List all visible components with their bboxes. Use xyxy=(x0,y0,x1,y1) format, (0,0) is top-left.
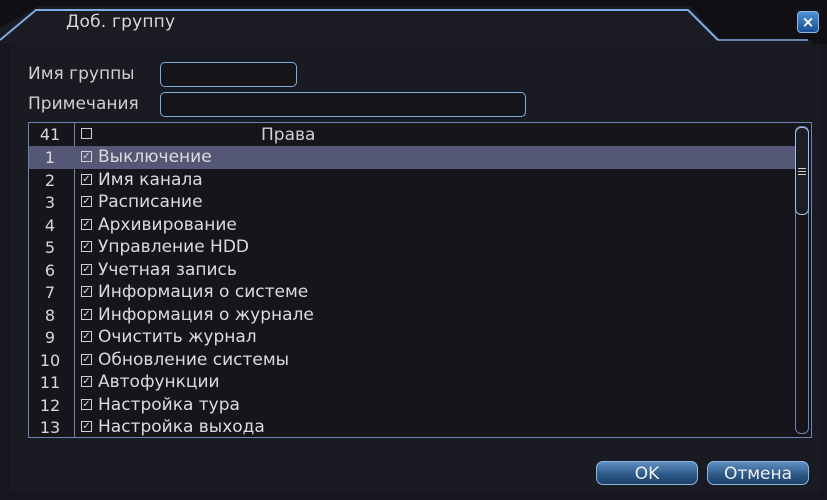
row-number: 13 xyxy=(39,418,61,437)
row-number: 10 xyxy=(39,350,61,370)
list-item[interactable]: 5 ✓ Управление HDD xyxy=(29,236,795,259)
permission-checkbox[interactable]: ✓ xyxy=(81,151,92,162)
row-number: 8 xyxy=(44,305,56,325)
permission-label: Очистить журнал xyxy=(98,327,257,347)
row-number: 9 xyxy=(44,328,56,347)
permission-checkbox[interactable]: ✓ xyxy=(81,241,92,252)
list-item[interactable]: 1 ✓ Выключение xyxy=(29,146,795,169)
notes-input[interactable] xyxy=(161,93,525,116)
grip-line xyxy=(798,168,806,169)
permission-label: Обновление системы xyxy=(98,349,290,370)
list-item[interactable]: 11 ✓ Автофункции xyxy=(29,371,795,394)
permission-label: Управление HDD xyxy=(98,237,250,257)
row-number: 4 xyxy=(44,215,56,235)
add-group-dialog: Доб. группу × Имя группы Примечания 41 П… xyxy=(0,0,827,500)
notes-label: Примечания xyxy=(28,94,139,114)
permission-checkbox[interactable]: ✓ xyxy=(81,308,92,320)
list-item[interactable]: 2 ✓ Имя канала xyxy=(29,169,795,192)
list-item[interactable]: 4 ✓ Архивирование xyxy=(29,214,795,237)
rights-list[interactable]: 41 Права 1 ✓ Выключение 2 ✓ Имя канала 3 ✓ Распи… xyxy=(28,122,812,438)
grip-line xyxy=(798,174,806,175)
permission-checkbox[interactable]: ✓ xyxy=(81,286,92,297)
permission-checkbox[interactable]: ✓ xyxy=(81,398,92,410)
dialog-title: Доб. группу xyxy=(66,12,176,32)
close-icon[interactable]: × xyxy=(797,11,819,33)
notes-field[interactable] xyxy=(160,92,526,117)
group-name-field[interactable] xyxy=(160,62,297,87)
list-item[interactable]: 6 ✓ Учетная запись xyxy=(29,259,795,282)
permission-label: Выключение xyxy=(98,147,212,167)
list-item[interactable]: 7 ✓ Информация о системе xyxy=(29,281,795,304)
ok-button[interactable]: OK xyxy=(596,461,698,485)
permission-checkbox[interactable]: ✓ xyxy=(81,376,92,387)
scrollbar-thumb[interactable] xyxy=(795,127,809,215)
row-number: 6 xyxy=(44,260,56,280)
permission-label: Автофункции xyxy=(98,372,220,392)
permission-label: Расписание xyxy=(98,192,203,212)
permission-checkbox[interactable]: ✓ xyxy=(81,421,92,432)
rights-count: 41 xyxy=(39,125,61,144)
row-number: 3 xyxy=(44,193,56,212)
row-number: 1 xyxy=(44,148,56,167)
cancel-button[interactable]: Отмена xyxy=(707,461,809,485)
row-number: 7 xyxy=(44,283,56,302)
rights-column-title: Права xyxy=(261,125,316,145)
list-item[interactable]: 3 ✓ Расписание xyxy=(29,191,795,214)
permission-label: Архивирование xyxy=(98,214,237,235)
row-number: 12 xyxy=(39,395,61,415)
permission-checkbox[interactable]: ✓ xyxy=(81,196,92,207)
group-name-label: Имя группы xyxy=(28,64,135,84)
permission-label: Информация о журнале xyxy=(98,304,314,325)
permission-label: Информация о системе xyxy=(98,282,309,302)
rights-list-header: 41 Права xyxy=(29,123,795,146)
grip-line xyxy=(798,171,806,172)
permission-label: Настройка тура xyxy=(98,394,240,415)
row-number: 2 xyxy=(44,170,56,190)
select-all-checkbox[interactable] xyxy=(81,128,92,139)
group-name-input[interactable] xyxy=(161,63,296,86)
list-item[interactable]: 10 ✓ Обновление системы xyxy=(29,349,795,372)
row-number: 5 xyxy=(44,238,56,257)
row-number: 11 xyxy=(39,373,61,392)
permission-checkbox[interactable]: ✓ xyxy=(81,331,92,342)
list-item[interactable]: 12 ✓ Настройка тура xyxy=(29,394,795,417)
list-item[interactable]: 9 ✓ Очистить журнал xyxy=(29,326,795,349)
permission-checkbox[interactable]: ✓ xyxy=(81,353,92,365)
permission-label: Учетная запись xyxy=(98,259,237,280)
permission-label: Имя канала xyxy=(98,169,203,190)
title-bar[interactable]: Доб. группу × xyxy=(0,0,827,44)
list-scrollbar[interactable] xyxy=(795,126,809,434)
permission-checkbox[interactable]: ✓ xyxy=(81,218,92,230)
permission-checkbox[interactable]: ✓ xyxy=(81,173,92,185)
permission-label: Настройка выхода xyxy=(98,417,265,437)
list-item[interactable]: 13 ✓ Настройка выхода xyxy=(29,416,795,437)
permission-checkbox[interactable]: ✓ xyxy=(81,263,92,275)
list-item[interactable]: 8 ✓ Информация о журнале xyxy=(29,304,795,327)
